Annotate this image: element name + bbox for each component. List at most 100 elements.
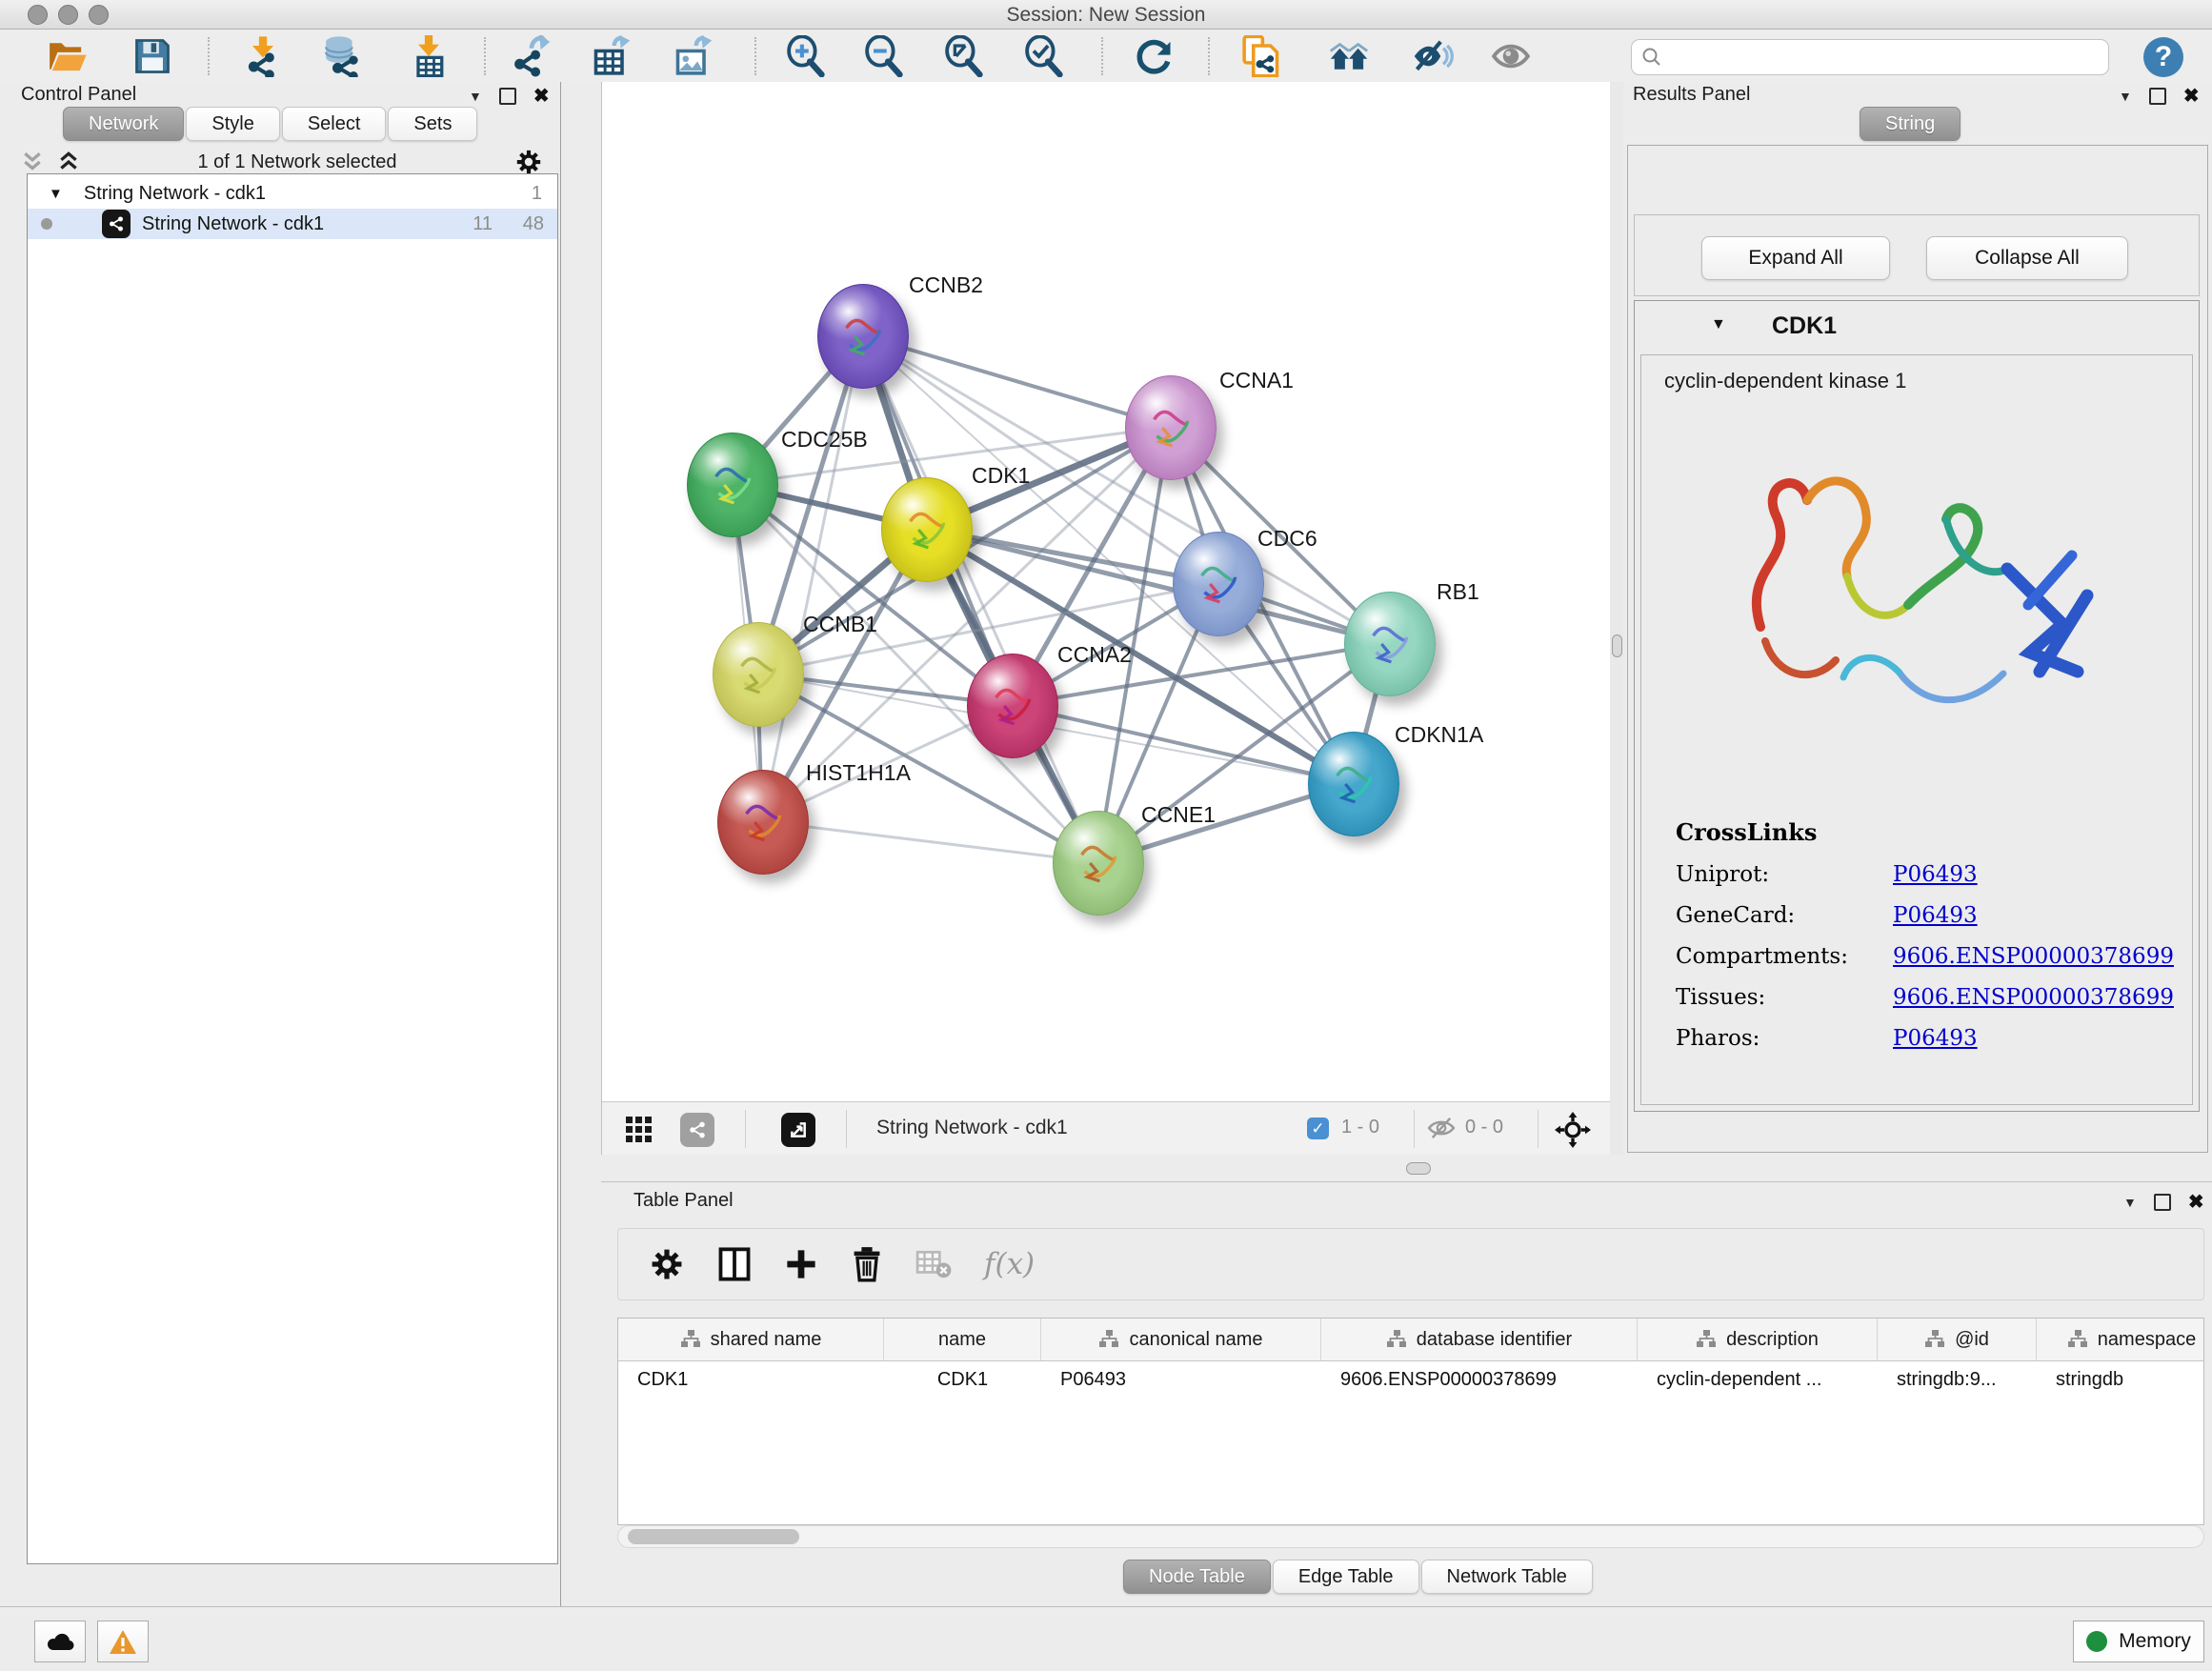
- zoom-in-icon[interactable]: [785, 35, 827, 77]
- network-node-cdc25b[interactable]: [687, 433, 778, 537]
- node-table[interactable]: shared namenamecanonical namedatabase id…: [617, 1318, 2204, 1525]
- network-edge[interactable]: [762, 821, 1097, 862]
- network-node-ccne1[interactable]: [1053, 811, 1144, 916]
- network-node-ccnb1[interactable]: [713, 622, 804, 727]
- table-cell[interactable]: cyclin-dependent ...: [1638, 1369, 1878, 1391]
- table-cell[interactable]: 9606.ENSP00000378699: [1321, 1369, 1638, 1391]
- table-row[interactable]: CDK1CDK1P064939606.ENSP00000378699cyclin…: [618, 1361, 2203, 1398]
- close-panel-icon[interactable]: ✖: [2183, 90, 2200, 103]
- network-node-ccna2[interactable]: [967, 654, 1058, 758]
- network-options-gear-icon[interactable]: [514, 148, 543, 176]
- show-eye-icon[interactable]: [1490, 35, 1532, 77]
- network-node-cdkn1a[interactable]: [1308, 732, 1399, 836]
- expand-all-button[interactable]: Expand All: [1701, 236, 1890, 280]
- crosslink-link[interactable]: P06493: [1893, 903, 1978, 928]
- collapse-panel-icon[interactable]: ▼: [469, 89, 482, 104]
- collection-expand-triangle-icon[interactable]: ▼: [49, 186, 63, 202]
- table-cell[interactable]: stringdb:9...: [1878, 1369, 2037, 1391]
- import-network-from-file-icon[interactable]: [242, 35, 284, 77]
- search-input[interactable]: [1631, 39, 2109, 75]
- hide-edges-eye-icon[interactable]: [1412, 35, 1454, 77]
- column-header-description[interactable]: description: [1638, 1319, 1878, 1360]
- network-node-rb1[interactable]: [1344, 592, 1436, 696]
- gene-section-header[interactable]: ▼ CDK1: [1635, 301, 2199, 352]
- crosslink-link[interactable]: P06493: [1893, 1026, 1978, 1051]
- network-canvas[interactable]: CCNB2CCNA1CDC25BCDK1CDC6RB1CCNB1CCNA2CDK…: [602, 82, 1610, 1101]
- horizontal-scrollbar[interactable]: [617, 1525, 2204, 1548]
- table-cell[interactable]: CDK1: [884, 1369, 1041, 1391]
- table-cell[interactable]: CDK1: [618, 1369, 884, 1391]
- grid-view-icon[interactable]: [625, 1116, 654, 1144]
- close-panel-icon[interactable]: ✖: [533, 90, 550, 103]
- save-session-icon[interactable]: [131, 35, 173, 77]
- horizontal-splitter[interactable]: [601, 1155, 2212, 1181]
- network-edge[interactable]: [1012, 705, 1353, 783]
- selected-nodes-checkbox[interactable]: ✓: [1307, 1117, 1329, 1139]
- table-options-gear-icon[interactable]: [649, 1246, 685, 1282]
- column-header-shared-name[interactable]: shared name: [618, 1319, 884, 1360]
- export-network-icon[interactable]: [511, 35, 553, 77]
- zoom-selected-icon[interactable]: [1023, 35, 1065, 77]
- gene-collapse-triangle-icon[interactable]: ▼: [1711, 316, 1726, 333]
- column-header-namespace[interactable]: namespace: [2037, 1319, 2204, 1360]
- import-network-from-database-icon[interactable]: [322, 35, 364, 77]
- network-share-view-icon[interactable]: [680, 1113, 714, 1147]
- double-house-icon[interactable]: [1328, 35, 1370, 77]
- show-columns-icon[interactable]: [717, 1246, 752, 1282]
- cloud-status-button[interactable]: [34, 1621, 86, 1662]
- export-table-icon[interactable]: [591, 35, 633, 77]
- collapse-panel-icon[interactable]: ▼: [2119, 89, 2132, 104]
- left-splitter[interactable]: [561, 82, 602, 1606]
- refresh-view-icon[interactable]: [1134, 35, 1176, 77]
- network-node-cdc6[interactable]: [1173, 532, 1264, 636]
- crosslink-link[interactable]: 9606.ENSP00000378699: [1893, 944, 2174, 969]
- warnings-button[interactable]: [97, 1621, 149, 1662]
- collapse-panel-icon[interactable]: ▼: [2123, 1195, 2137, 1210]
- network-edge[interactable]: [862, 335, 1170, 427]
- network-node-ccna1[interactable]: [1125, 375, 1217, 480]
- table-cell[interactable]: stringdb: [2037, 1369, 2204, 1391]
- table-cell[interactable]: P06493: [1041, 1369, 1321, 1391]
- network-collection-row[interactable]: ▼ String Network - cdk1 1: [28, 178, 557, 209]
- network-row[interactable]: String Network - cdk1 11 48: [28, 209, 557, 239]
- network-node-ccnb2[interactable]: [817, 284, 909, 389]
- column-header-canonical-name[interactable]: canonical name: [1041, 1319, 1321, 1360]
- tab-string[interactable]: String: [1860, 107, 1961, 141]
- network-node-cdk1[interactable]: [881, 477, 973, 582]
- collapse-all-networks-icon[interactable]: [21, 151, 44, 172]
- crosslink-link[interactable]: P06493: [1893, 862, 1978, 887]
- right-splitter[interactable]: [1610, 82, 1623, 1155]
- import-table-from-file-icon[interactable]: [408, 35, 450, 77]
- tab-node-table[interactable]: Node Table: [1123, 1560, 1271, 1594]
- collapse-all-button[interactable]: Collapse All: [1926, 236, 2128, 280]
- tab-network[interactable]: Network: [63, 107, 184, 141]
- help-button[interactable]: ?: [2143, 37, 2183, 77]
- birdseye-navigator-icon[interactable]: [1555, 1112, 1591, 1148]
- export-image-icon[interactable]: [673, 35, 714, 77]
- float-panel-icon[interactable]: [499, 88, 516, 105]
- network-edge[interactable]: [762, 335, 862, 821]
- add-column-icon[interactable]: [784, 1247, 818, 1281]
- delete-column-icon[interactable]: [851, 1246, 883, 1282]
- zoom-fit-icon[interactable]: [943, 35, 985, 77]
- detach-view-icon[interactable]: [781, 1113, 815, 1147]
- float-panel-icon[interactable]: [2149, 88, 2166, 105]
- expand-all-networks-icon[interactable]: [57, 151, 80, 172]
- tab-select[interactable]: Select: [282, 107, 387, 141]
- network-node-hist1h1a[interactable]: [717, 770, 809, 875]
- tab-sets[interactable]: Sets: [388, 107, 477, 141]
- open-session-icon[interactable]: [46, 35, 88, 77]
- column-header-database-identifier[interactable]: database identifier: [1321, 1319, 1638, 1360]
- tab-network-table[interactable]: Network Table: [1421, 1560, 1593, 1594]
- splitter-handle[interactable]: [1406, 1162, 1431, 1175]
- crosslink-link[interactable]: 9606.ENSP00000378699: [1893, 985, 2174, 1010]
- zoom-out-icon[interactable]: [863, 35, 905, 77]
- scrollbar-thumb[interactable]: [628, 1529, 799, 1544]
- tab-edge-table[interactable]: Edge Table: [1273, 1560, 1419, 1594]
- column-header-name[interactable]: name: [884, 1319, 1041, 1360]
- float-panel-icon[interactable]: [2154, 1194, 2171, 1211]
- column-header--id[interactable]: @id: [1878, 1319, 2037, 1360]
- memory-button[interactable]: Memory: [2073, 1621, 2204, 1662]
- tab-style[interactable]: Style: [186, 107, 279, 141]
- splitter-handle[interactable]: [1612, 634, 1622, 657]
